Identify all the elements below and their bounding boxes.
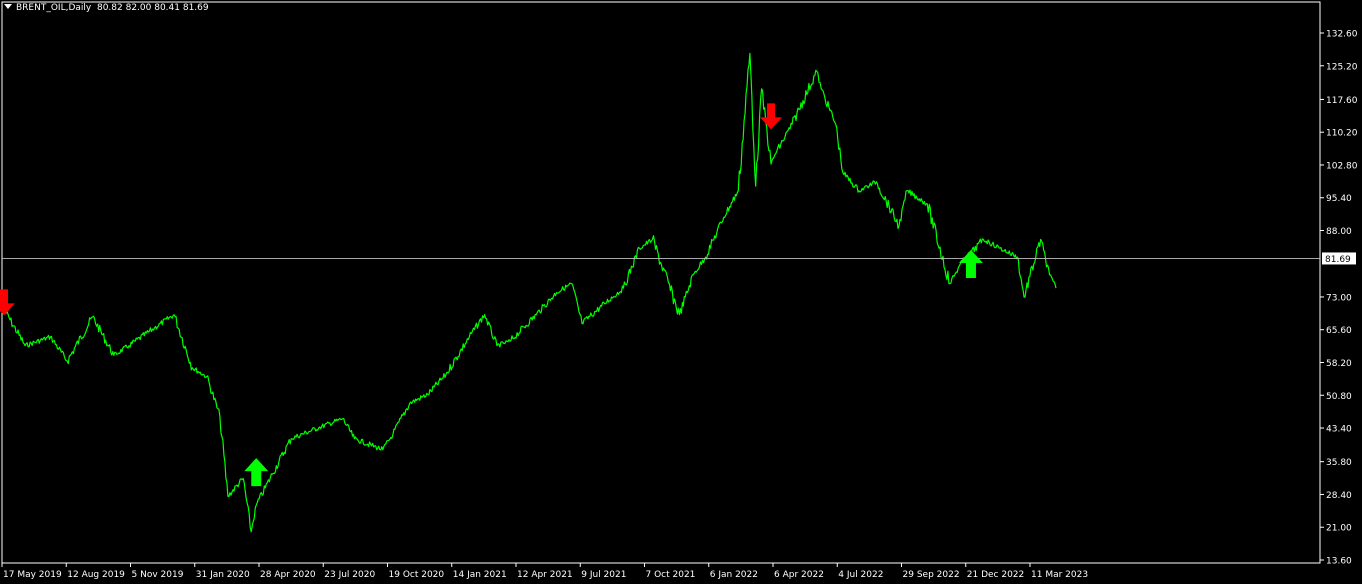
x-axis: 17 May 2019 12 Aug 2019 5 Nov 2019 31 Jan 2…: [1, 563, 1088, 580]
x-tick-label: 21 Dec 2022: [967, 570, 1025, 580]
x-tick-label: 12 Apr 2021: [517, 570, 573, 580]
price-chart[interactable]: 81.69 132.60 125.20 117.60 110.20 102.80 95.4…: [0, 0, 1362, 584]
y-tick-label: 58.20: [1326, 359, 1352, 369]
y-tick-label: 65.60: [1326, 326, 1352, 336]
chart-root[interactable]: BRENT_OIL,Daily 80.82 82.00 80.41 81.69 …: [0, 0, 1362, 584]
y-tick-label: 125.20: [1326, 62, 1358, 72]
y-tick-label: 132.60: [1326, 30, 1358, 40]
current-price-layer: 81.69: [2, 252, 1356, 265]
x-tick-label: 9 Jul 2021: [581, 570, 626, 580]
y-tick-label: 13.60: [1326, 557, 1352, 567]
x-tick-label: 29 Sep 2022: [903, 570, 960, 580]
x-tick-label: 11 Mar 2023: [1031, 570, 1088, 580]
y-tick-label: 95.40: [1326, 194, 1352, 204]
y-tick-label: 88.00: [1326, 227, 1352, 237]
y-tick-label: 50.80: [1326, 392, 1352, 402]
x-tick-label: 31 Jan 2020: [196, 570, 250, 580]
x-tick-label: 19 Oct 2020: [389, 570, 445, 580]
x-tick-label: 12 Aug 2019: [67, 570, 125, 580]
y-tick-label: 35.80: [1326, 458, 1352, 468]
x-tick-label: 4 Jul 2022: [838, 570, 883, 580]
x-tick-label: 28 Apr 2020: [260, 570, 316, 580]
y-tick-label: 102.80: [1326, 161, 1358, 171]
price-series-line: [3, 52, 1057, 533]
y-tick-label: 117.60: [1326, 96, 1358, 106]
signal-arrows: [0, 103, 983, 487]
y-axis: 132.60 125.20 117.60 110.20 102.80 95.40 88.00…: [1320, 30, 1358, 567]
y-tick-label: 43.40: [1326, 425, 1352, 435]
x-tick-label: 6 Jan 2022: [710, 570, 758, 580]
y-tick-label: 21.00: [1326, 524, 1352, 534]
buy-arrow-icon: [958, 249, 983, 278]
x-tick-label: 23 Jul 2020: [324, 570, 375, 580]
x-tick-label: 5 Nov 2019: [132, 570, 184, 580]
y-tick-label: 110.20: [1326, 129, 1358, 139]
y-tick-label: 73.00: [1326, 293, 1352, 303]
current-price-value: 81.69: [1325, 255, 1351, 265]
plot-frame: [1, 1, 1321, 564]
price-line-layer: [3, 52, 1057, 533]
sell-arrow-icon: [0, 289, 15, 316]
x-tick-label: 7 Oct 2021: [646, 570, 696, 580]
x-tick-label: 6 Apr 2022: [774, 570, 824, 580]
x-tick-label: 17 May 2019: [3, 570, 62, 580]
buy-arrow-icon: [244, 458, 269, 487]
x-tick-label: 14 Jan 2021: [453, 570, 507, 580]
y-tick-label: 28.40: [1326, 491, 1352, 501]
